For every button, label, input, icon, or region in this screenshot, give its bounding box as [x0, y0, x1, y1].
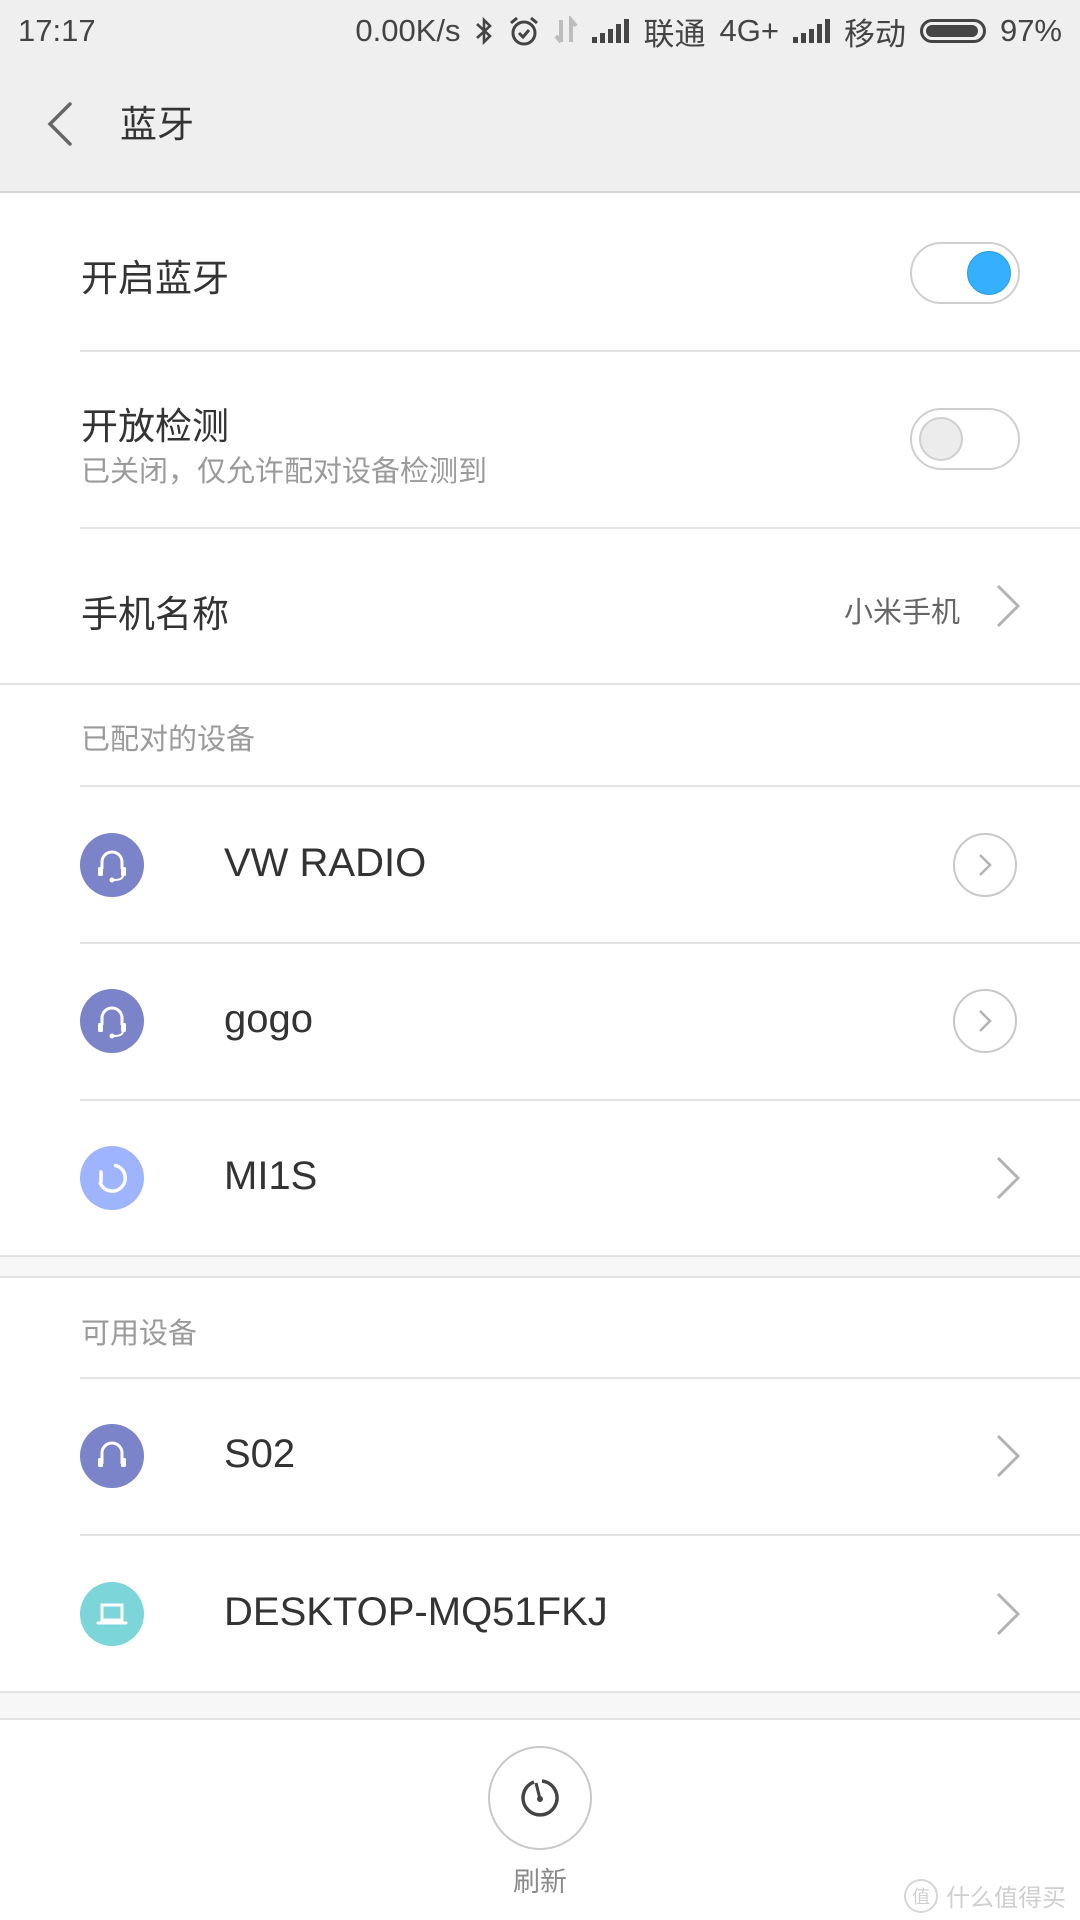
device-name: S02 [224, 1432, 296, 1476]
headphones-icon [80, 1424, 144, 1488]
device-name: MI1S [224, 1154, 318, 1198]
discoverable-label: 开放检测 [81, 406, 229, 447]
chevron-right-icon [996, 1592, 1021, 1636]
device-name: VW RADIO [224, 841, 427, 885]
battery-icon [919, 19, 986, 43]
bluetooth-toggle-row[interactable]: 开启蓝牙 [0, 193, 1080, 351]
phone-name-label: 手机名称 [81, 594, 229, 635]
paired-device-row[interactable]: gogo [0, 944, 1080, 1099]
signal-icon [592, 19, 630, 43]
available-device-row[interactable]: S02 [0, 1379, 1080, 1535]
refresh-timer-icon [521, 1779, 559, 1817]
discoverable-toggle-row[interactable]: 开放检测 已关闭，仅允许配对设备检测到 [0, 352, 1080, 528]
chevron-right-icon [996, 584, 1021, 628]
section-gap [0, 1691, 1080, 1720]
watermark: 值 什么值得买 [904, 1878, 1066, 1913]
chevron-left-icon [47, 102, 72, 146]
chevron-right-icon [996, 1434, 1021, 1478]
data-transfer-icon [554, 16, 579, 44]
phone-loading-icon [80, 1146, 144, 1210]
available-device-row[interactable]: DESKTOP-MQ51FKJ [0, 1536, 1080, 1692]
toggle-knob [967, 251, 1011, 295]
chevron-right-icon [979, 1010, 992, 1032]
back-button[interactable] [40, 94, 80, 154]
network-speed: 0.00K/s [355, 13, 461, 48]
phone-name-row[interactable]: 手机名称 小米手机 [0, 529, 1080, 684]
bluetooth-icon [476, 16, 493, 46]
device-name: DESKTOP-MQ51FKJ [224, 1590, 608, 1634]
headset-icon [80, 989, 144, 1053]
paired-device-row[interactable]: VW RADIO [0, 787, 1080, 943]
headset-icon [80, 833, 144, 897]
device-details-button[interactable] [953, 989, 1017, 1053]
discoverable-toggle[interactable] [910, 408, 1020, 470]
bluetooth-toggle[interactable] [910, 242, 1020, 304]
phone-name-value: 小米手机 [843, 597, 960, 629]
discoverable-subtitle: 已关闭，仅允许配对设备检测到 [81, 456, 488, 488]
bluetooth-label: 开启蓝牙 [81, 258, 229, 299]
status-bar-right: 0.00K/s 联通 4G+ 移动 97% [355, 0, 1062, 62]
toggle-knob [919, 417, 963, 461]
network-type: 4G+ [719, 13, 779, 48]
chevron-right-icon [979, 854, 992, 876]
watermark-logo: 值 [904, 1878, 938, 1913]
chevron-right-icon [996, 1156, 1021, 1200]
top-bar: 17:17 0.00K/s 联通 4G+ 移动 97% 蓝牙 [0, 0, 1080, 193]
paired-devices-header: 已配对的设备 [81, 724, 256, 756]
available-devices-header: 可用设备 [81, 1318, 198, 1350]
refresh-button[interactable] [488, 1746, 592, 1850]
device-details-button[interactable] [953, 833, 1017, 897]
paired-device-row[interactable]: MI1S [0, 1101, 1080, 1256]
battery-percent: 97% [999, 13, 1062, 48]
laptop-icon [80, 1582, 144, 1646]
signal-icon [792, 19, 830, 43]
status-time: 17:17 [18, 13, 96, 48]
device-name: gogo [224, 997, 313, 1041]
page-title: 蓝牙 [120, 104, 194, 145]
carrier-1: 联通 [643, 16, 706, 52]
watermark-text: 什么值得买 [946, 1885, 1066, 1912]
divider [0, 683, 1080, 685]
section-gap [0, 1255, 1080, 1278]
carrier-2: 移动 [843, 16, 906, 52]
alarm-icon [510, 16, 539, 46]
